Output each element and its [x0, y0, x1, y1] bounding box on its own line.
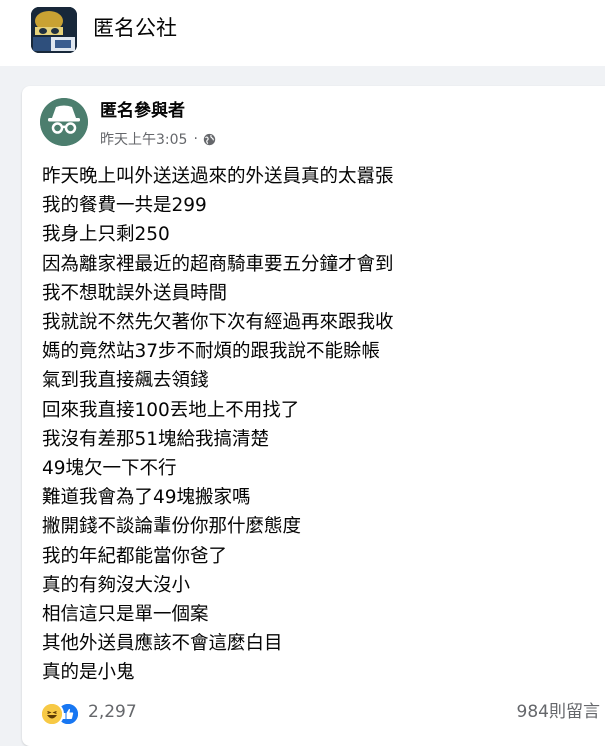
- post-footer: 2,297 984則留言: [40, 698, 600, 726]
- group-logo-image: [31, 7, 77, 53]
- meta-separator: ·: [193, 131, 198, 147]
- post-line: 難道我會為了49塊搬家嗎: [42, 487, 251, 509]
- post-line: 我身上只剩250: [42, 224, 170, 246]
- post-meta: 昨天上午3:05 ·: [100, 129, 216, 149]
- reaction-count[interactable]: 2,297: [88, 702, 137, 722]
- post-line: 真的有夠沒大沒小: [42, 574, 191, 596]
- post-line: 其他外送員應該不會這麼白目: [42, 633, 283, 655]
- anonymous-avatar[interactable]: [40, 98, 88, 146]
- post-line: 相信這只是單一個案: [42, 604, 209, 626]
- comment-count[interactable]: 984則留言: [517, 698, 600, 726]
- post-line: 因為離家裡最近的超商騎車要五分鐘才會到: [42, 253, 394, 275]
- post-line: 我不想耽誤外送員時間: [42, 282, 228, 304]
- post-line: 我的年紀都能當你爸了: [42, 545, 228, 567]
- reaction-icons: [40, 700, 86, 726]
- post-line: 我的餐費一共是299: [42, 195, 207, 217]
- group-name[interactable]: 匿名公社: [93, 14, 177, 42]
- haha-icon: [40, 702, 64, 726]
- author-name[interactable]: 匿名參與者: [100, 100, 185, 122]
- group-header: 匿名公社: [0, 0, 605, 66]
- post-line: 撇開錢不談論輩份你那什麼態度: [42, 516, 302, 538]
- post-line: 真的是小鬼: [42, 662, 135, 684]
- post-line: 氣到我直接飆去領錢: [42, 370, 209, 392]
- reactions-summary[interactable]: 2,297: [40, 698, 137, 726]
- post-timestamp[interactable]: 昨天上午3:05: [100, 129, 187, 149]
- post-line: 昨天晚上叫外送送過來的外送員真的太囂張: [42, 166, 394, 187]
- post-line: 我沒有差那51塊給我搞清楚: [42, 428, 270, 450]
- anonymous-member-icon: [40, 98, 88, 146]
- group-avatar[interactable]: [31, 7, 77, 53]
- post-line: 49塊欠一下不行: [42, 458, 177, 480]
- globe-icon[interactable]: [203, 133, 216, 146]
- post-card: 匿名參與者 昨天上午3:05 · 昨天晚上叫外送送過來的外送員真的太囂張 我的餐費…: [22, 86, 605, 746]
- post-line: 媽的竟然站37步不耐煩的跟我說不能賒帳: [42, 341, 381, 363]
- post-body: 昨天晚上叫外送送過來的外送員真的太囂張 我的餐費一共是299 我身上只剩250 因為離…: [42, 162, 602, 688]
- post-line: 我就說不然先欠著你下次有經過再來跟我收: [42, 312, 394, 334]
- post-line: 回來我直接100丟地上不用找了: [42, 399, 300, 421]
